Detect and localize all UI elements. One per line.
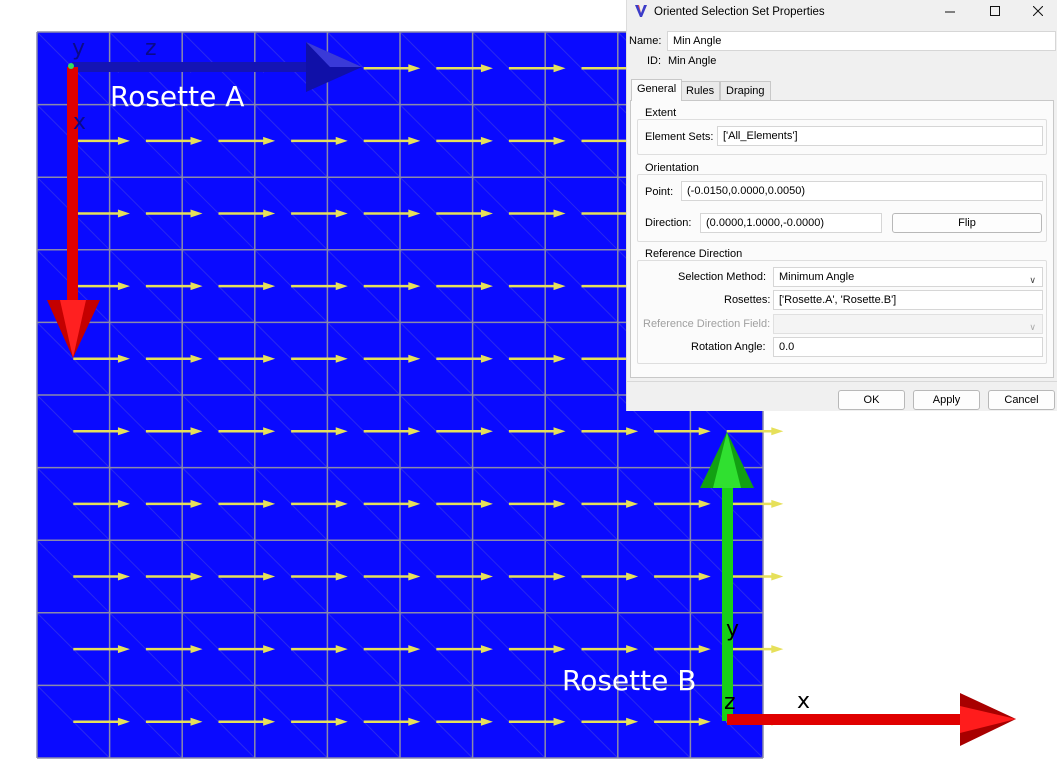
id-value: Min Angle (668, 55, 717, 67)
chevron-down-icon: ∨ (1029, 322, 1036, 332)
oriented-selection-set-dialog: Oriented Selection Set Properties Name: … (626, 0, 1057, 411)
selection-method-select[interactable]: Minimum Angle ∨ (773, 267, 1043, 287)
rosette-b-y-label: y (726, 617, 740, 642)
button-separator (627, 381, 1057, 382)
direction-label: Direction: (645, 217, 692, 229)
cancel-button[interactable]: Cancel (988, 390, 1055, 410)
flip-button[interactable]: Flip (892, 213, 1042, 233)
name-label: Name: (629, 35, 662, 47)
reference-direction-title: Reference Direction (645, 248, 743, 260)
rosette-b-x-label: x (797, 689, 811, 714)
chevron-down-icon: ∨ (1029, 275, 1036, 285)
general-tab-panel: Extent Element Sets: ['All_Elements'] Or… (630, 100, 1054, 378)
rosettes-label: Rosettes: (724, 294, 771, 306)
rosette-b-x-axis (727, 714, 967, 725)
rosette-b-label: Rosette B (562, 664, 697, 697)
tab-rules[interactable]: Rules (680, 81, 721, 101)
reference-direction-field-label: Reference Direction Field: (643, 318, 771, 330)
app-logo-icon (635, 5, 647, 17)
selection-method-value: Minimum Angle (779, 271, 855, 283)
minimize-button[interactable] (930, 2, 970, 22)
selection-method-label: Selection Method: (678, 271, 767, 283)
orientation-title: Orientation (645, 162, 699, 174)
maximize-button[interactable] (975, 2, 1015, 22)
ok-button[interactable]: OK (838, 390, 905, 410)
rosettes-input[interactable]: ['Rosette.A', 'Rosette.B'] (773, 290, 1043, 310)
rosette-a-z-axis (72, 62, 312, 72)
direction-input[interactable]: (0.0000,1.0000,-0.0000) (700, 213, 882, 233)
close-button[interactable] (1018, 2, 1057, 22)
element-sets-input[interactable]: ['All_Elements'] (717, 126, 1043, 146)
maximize-icon (990, 6, 1000, 16)
rosette-b-z-label: z (724, 690, 736, 715)
rosette-a-x-axis (67, 67, 78, 307)
id-label: ID: (647, 55, 662, 67)
rosette-b-y-axis (722, 484, 733, 721)
name-input[interactable]: Min Angle (667, 31, 1056, 51)
dialog-title: Oriented Selection Set Properties (654, 6, 825, 18)
rosette-a-y-label: y (72, 36, 86, 61)
point-input[interactable]: (-0.0150,0.0000,0.0050) (681, 181, 1043, 201)
close-icon (1032, 5, 1044, 17)
rotation-angle-input[interactable]: 0.0 (773, 337, 1043, 357)
dialog-titlebar[interactable]: Oriented Selection Set Properties (627, 0, 1057, 24)
rosette-a-x-label: x (73, 110, 87, 135)
minimize-icon (945, 11, 955, 13)
tab-general[interactable]: General (631, 79, 683, 101)
point-label: Point: (645, 186, 674, 198)
extent-title: Extent (645, 107, 677, 119)
tab-draping[interactable]: Draping (720, 81, 771, 101)
apply-button[interactable]: Apply (913, 390, 980, 410)
element-sets-label: Element Sets: (645, 131, 714, 143)
rosette-a-label: Rosette A (110, 80, 245, 113)
rotation-angle-label: Rotation Angle: (691, 341, 766, 353)
rosette-a-z-label: z (145, 36, 157, 61)
reference-direction-field-select: ∨ (773, 314, 1043, 334)
